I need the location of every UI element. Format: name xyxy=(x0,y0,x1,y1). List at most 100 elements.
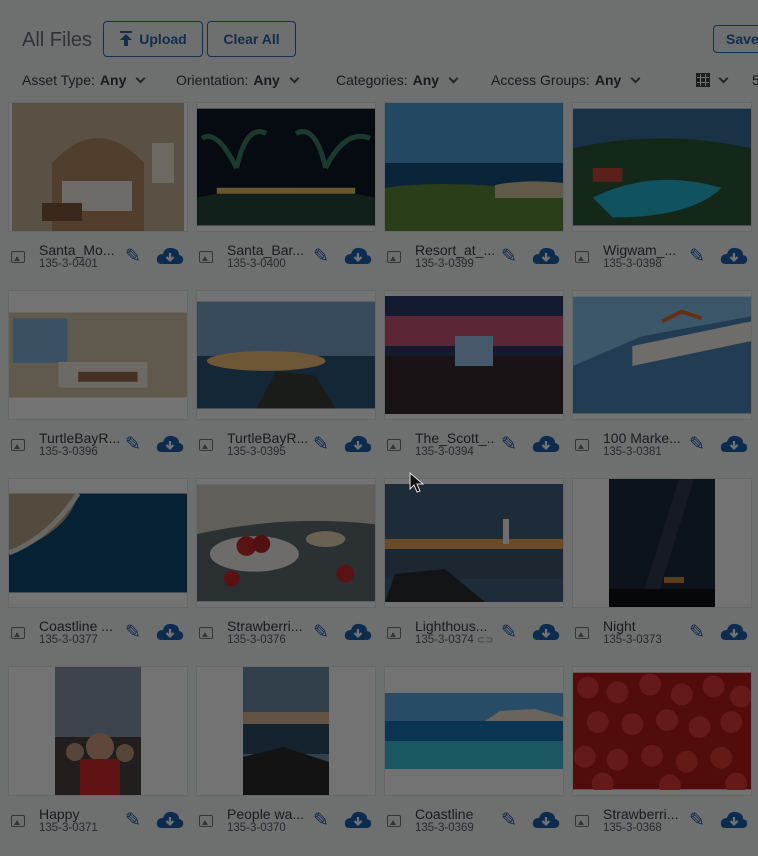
edit-pencil-icon[interactable]: ✎ xyxy=(501,810,523,832)
cloud-download-icon[interactable] xyxy=(532,434,560,456)
cloud-download-icon[interactable] xyxy=(720,434,748,456)
cloud-download-icon[interactable] xyxy=(344,434,372,456)
per-page-select[interactable]: 5 xyxy=(752,72,758,88)
filter-label: Asset Type: xyxy=(22,72,95,88)
thumbnail[interactable] xyxy=(8,102,188,232)
save-button[interactable]: Save xyxy=(713,25,758,53)
file-code: 135-3-0399 xyxy=(415,258,474,270)
cloud-download-icon[interactable] xyxy=(156,246,184,268)
thumbnail-image xyxy=(197,108,375,226)
thumbnail[interactable] xyxy=(572,290,752,420)
file-code: 135-3-0377 xyxy=(39,634,98,646)
file-card[interactable]: Coastline 135-3-0369 ✎ xyxy=(384,666,564,842)
file-card[interactable]: The_Scott_... 135-3-0394 ✎ xyxy=(384,290,564,466)
edit-pencil-icon[interactable]: ✎ xyxy=(313,810,335,832)
file-card[interactable]: Santa_Mo... 135-3-0401 ✎ xyxy=(8,102,188,278)
thumbnail[interactable] xyxy=(384,102,564,232)
file-card[interactable]: Strawberri... 135-3-0368 ✎ xyxy=(572,666,752,842)
cloud-download-icon[interactable] xyxy=(532,810,560,832)
image-file-icon xyxy=(199,815,213,827)
edit-pencil-icon[interactable]: ✎ xyxy=(689,622,711,644)
cloud-download-icon[interactable] xyxy=(156,434,184,456)
file-name: TurtleBayR... xyxy=(227,430,307,446)
edit-pencil-icon[interactable]: ✎ xyxy=(689,434,711,456)
file-card[interactable]: People wa... 135-3-0370 ✎ xyxy=(196,666,376,842)
file-card[interactable]: TurtleBayR... 135-3-0395 ✎ xyxy=(196,290,376,466)
image-file-icon xyxy=(11,627,25,639)
file-card[interactable]: 100 Marke... 135-3-0381 ✎ xyxy=(572,290,752,466)
cloud-download-icon[interactable] xyxy=(156,622,184,644)
cloud-download-icon[interactable] xyxy=(344,810,372,832)
file-card[interactable]: Wigwam_... 135-3-0398 ✎ xyxy=(572,102,752,278)
file-card[interactable]: Night 135-3-0373 ✎ xyxy=(572,478,752,654)
file-meta: Wigwam_... 135-3-0398 ✎ xyxy=(572,238,752,278)
file-card[interactable]: Happy 135-3-0371 ✎ xyxy=(8,666,188,842)
chevron-down-icon xyxy=(289,73,300,83)
image-file-icon xyxy=(575,627,589,639)
filter-access-groups[interactable]: Access Groups: Any xyxy=(491,72,641,88)
image-file-icon xyxy=(199,627,213,639)
chevron-down-icon xyxy=(448,73,459,83)
thumbnail[interactable] xyxy=(384,290,564,420)
upload-icon xyxy=(120,31,133,46)
edit-pencil-icon[interactable]: ✎ xyxy=(689,810,711,832)
file-card[interactable]: Coastline ... 135-3-0377 ✎ xyxy=(8,478,188,654)
cloud-download-icon[interactable] xyxy=(344,622,372,644)
file-card[interactable]: TurtleBayR... 135-3-0396 ✎ xyxy=(8,290,188,466)
clear-all-button[interactable]: Clear All xyxy=(207,21,296,57)
filter-orientation[interactable]: Orientation: Any xyxy=(176,72,300,88)
file-card[interactable]: Santa_Bar... 135-3-0400 ✎ xyxy=(196,102,376,278)
thumbnail[interactable] xyxy=(572,478,752,608)
chevron-down-icon xyxy=(630,73,641,83)
edit-pencil-icon[interactable]: ✎ xyxy=(501,622,523,644)
edit-pencil-icon[interactable]: ✎ xyxy=(125,622,147,644)
cloud-download-icon[interactable] xyxy=(532,622,560,644)
file-code: 135-3-0398 xyxy=(603,258,662,270)
file-code: 135-3-0368 xyxy=(603,822,662,834)
thumbnail[interactable] xyxy=(384,478,564,608)
filter-label: Categories: xyxy=(336,72,408,88)
file-meta: Strawberri... 135-3-0376 ✎ xyxy=(196,614,376,654)
file-card[interactable]: Resort_at_... 135-3-0399 ✎ xyxy=(384,102,564,278)
file-meta: Santa_Mo... 135-3-0401 ✎ xyxy=(8,238,188,278)
cloud-download-icon[interactable] xyxy=(720,810,748,832)
edit-pencil-icon[interactable]: ✎ xyxy=(313,434,335,456)
edit-pencil-icon[interactable]: ✎ xyxy=(125,246,147,268)
thumbnail-image xyxy=(573,672,751,790)
thumbnail[interactable] xyxy=(384,666,564,796)
thumbnail-image xyxy=(573,296,751,414)
upload-button[interactable]: Upload xyxy=(103,21,203,57)
view-mode-toggle[interactable] xyxy=(696,73,729,87)
thumbnail-image xyxy=(197,301,375,409)
cloud-download-icon[interactable] xyxy=(344,246,372,268)
file-meta: Coastline ... 135-3-0377 ✎ xyxy=(8,614,188,654)
cloud-download-icon[interactable] xyxy=(156,810,184,832)
thumbnail[interactable] xyxy=(8,478,188,608)
file-name: Lighthous... xyxy=(415,618,488,634)
file-meta: Happy 135-3-0371 ✎ xyxy=(8,802,188,842)
thumbnail[interactable] xyxy=(572,666,752,796)
edit-pencil-icon[interactable]: ✎ xyxy=(501,246,523,268)
filter-categories[interactable]: Categories: Any xyxy=(336,72,459,88)
file-card[interactable]: Lighthous... 135-3-0374 ⊂⊃ ✎ xyxy=(384,478,564,654)
thumbnail[interactable] xyxy=(196,102,376,232)
file-card[interactable]: Strawberri... 135-3-0376 ✎ xyxy=(196,478,376,654)
thumbnail[interactable] xyxy=(196,290,376,420)
page-title: All Files xyxy=(22,29,93,51)
edit-pencil-icon[interactable]: ✎ xyxy=(125,810,147,832)
cloud-download-icon[interactable] xyxy=(532,246,560,268)
edit-pencil-icon[interactable]: ✎ xyxy=(313,622,335,644)
thumbnail[interactable] xyxy=(8,290,188,420)
thumbnail[interactable] xyxy=(572,102,752,232)
cloud-download-icon[interactable] xyxy=(720,622,748,644)
edit-pencil-icon[interactable]: ✎ xyxy=(501,434,523,456)
file-name: Coastline ... xyxy=(39,618,113,634)
thumbnail[interactable] xyxy=(8,666,188,796)
filter-asset-type[interactable]: Asset Type: Any xyxy=(22,72,146,88)
thumbnail[interactable] xyxy=(196,478,376,608)
cloud-download-icon[interactable] xyxy=(720,246,748,268)
edit-pencil-icon[interactable]: ✎ xyxy=(125,434,147,456)
thumbnail[interactable] xyxy=(196,666,376,796)
edit-pencil-icon[interactable]: ✎ xyxy=(689,246,711,268)
edit-pencil-icon[interactable]: ✎ xyxy=(313,246,335,268)
